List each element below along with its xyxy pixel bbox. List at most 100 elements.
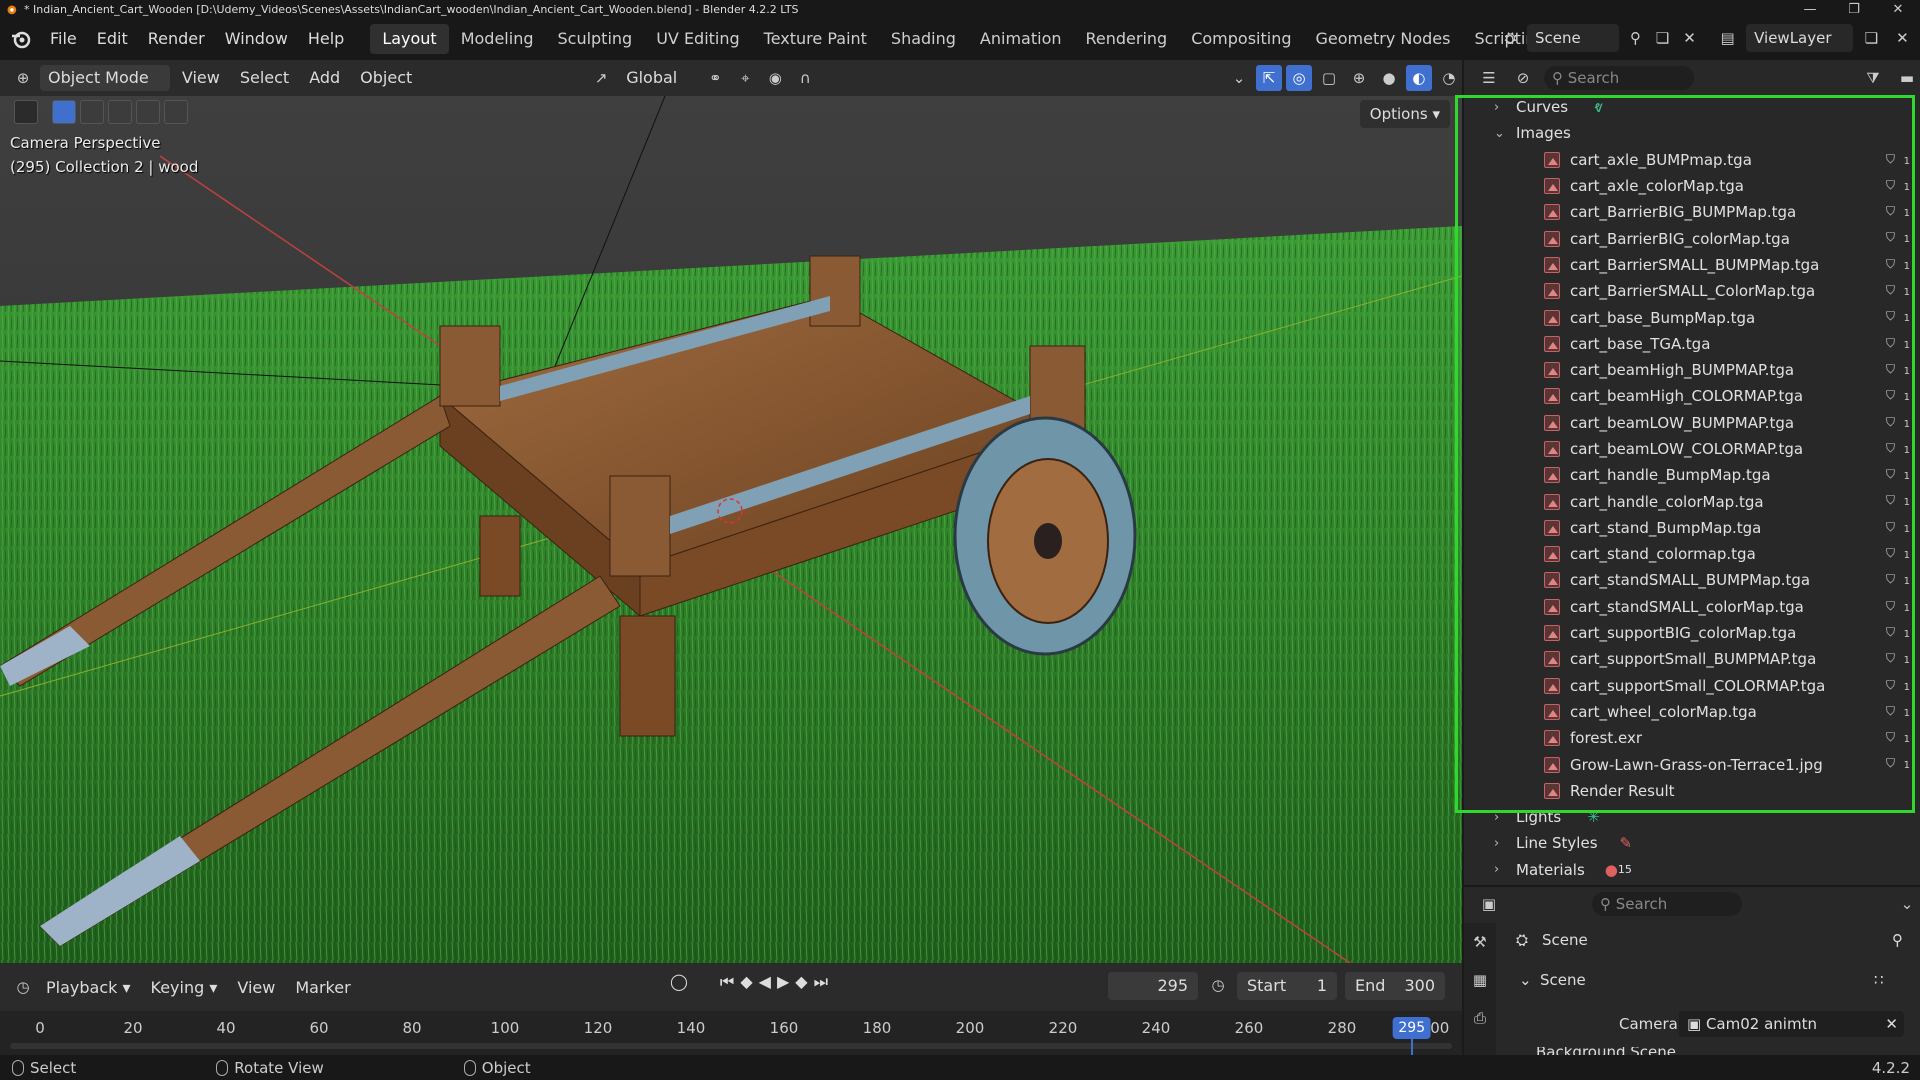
image-item[interactable]: cart_BarrierSMALL_BUMPMap.tga ⛉ 1: [1464, 252, 1920, 278]
fake-user-shield-icon[interactable]: ⛉: [1886, 309, 1902, 325]
image-item[interactable]: cart_beamHigh_BUMPMAP.tga ⛉ 1: [1464, 357, 1920, 383]
fake-user-shield-icon[interactable]: ⛉: [1886, 493, 1902, 509]
transform-orientation-dropdown[interactable]: Global ▾: [618, 65, 698, 113]
expand-arrow-icon[interactable]: ›: [1494, 836, 1508, 851]
image-item[interactable]: cart_BarrierBIG_BUMPMap.tga ⛉ 1: [1464, 199, 1920, 225]
end-frame-field[interactable]: End 300: [1345, 972, 1445, 1000]
fake-user-shield-icon[interactable]: ⛉: [1886, 467, 1902, 483]
scene-name-field[interactable]: Scene: [1527, 24, 1619, 52]
tool-tab-icon[interactable]: ⚒: [1467, 929, 1493, 955]
image-item[interactable]: cart_standSMALL_BUMPMap.tga ⛉ 1: [1464, 567, 1920, 593]
collapse-arrow-icon[interactable]: ⌄: [1494, 126, 1508, 141]
fake-user-shield-icon[interactable]: ⛉: [1886, 678, 1902, 694]
image-item[interactable]: cart_wheel_colorMap.tga ⛉ 1: [1464, 699, 1920, 725]
delete-scene-icon[interactable]: ✕: [1679, 25, 1700, 51]
fake-user-shield-icon[interactable]: ⛉: [1886, 152, 1902, 168]
new-viewlayer-icon[interactable]: ❏: [1859, 25, 1884, 51]
image-item[interactable]: Render Result: [1464, 778, 1920, 804]
select-subtract-icon[interactable]: [108, 100, 132, 124]
pin-icon[interactable]: ⚲: [1892, 931, 1903, 949]
fake-user-shield-icon[interactable]: ⛉: [1886, 362, 1902, 378]
image-item[interactable]: cart_axle_BUMPmap.tga ⛉ 1: [1464, 147, 1920, 173]
fake-user-shield-icon[interactable]: ⛉: [1886, 520, 1902, 536]
fake-user-shield-icon[interactable]: ⛉: [1886, 178, 1902, 194]
solid-shading-icon[interactable]: ●: [1376, 65, 1402, 91]
fake-user-shield-icon[interactable]: ⛉: [1886, 756, 1902, 772]
new-scene-icon[interactable]: ❏: [1652, 25, 1673, 51]
image-item[interactable]: cart_handle_BumpMap.tga ⛉ 1: [1464, 462, 1920, 488]
menu-file[interactable]: File: [40, 18, 87, 60]
fake-user-shield-icon[interactable]: ⛉: [1886, 336, 1902, 352]
proportional-edit-icon[interactable]: ◉: [762, 65, 788, 91]
image-item[interactable]: cart_beamLOW_BUMPMAP.tga ⛉ 1: [1464, 410, 1920, 436]
image-item[interactable]: Grow-Lawn-Grass-on-Terrace1.jpg ⛉ 1: [1464, 751, 1920, 777]
expand-arrow-icon[interactable]: ›: [1494, 810, 1508, 825]
menu-keying[interactable]: Keying ▾: [141, 978, 228, 997]
drag-handle-icon[interactable]: ∷: [1874, 971, 1884, 989]
viewlayer-name-field[interactable]: ViewLayer: [1746, 24, 1853, 52]
image-item[interactable]: cart_BarrierSMALL_ColorMap.tga ⛉ 1: [1464, 278, 1920, 304]
select-tool-icon[interactable]: [14, 100, 38, 124]
tab-geometry-nodes[interactable]: Geometry Nodes: [1304, 24, 1463, 54]
outliner-search-input[interactable]: ⚲ Search: [1544, 66, 1694, 90]
falloff-icon[interactable]: ∩: [792, 65, 818, 91]
blender-menu-icon[interactable]: [10, 28, 32, 50]
preview-range-icon[interactable]: ◷: [1205, 972, 1231, 998]
fake-user-shield-icon[interactable]: ⛉: [1886, 546, 1902, 562]
3d-viewport[interactable]: Camera Perspective (295) Collection 2 | …: [0, 96, 1462, 963]
image-item[interactable]: cart_stand_BumpMap.tga ⛉ 1: [1464, 515, 1920, 541]
image-item[interactable]: cart_BarrierBIG_colorMap.tga ⛉ 1: [1464, 225, 1920, 251]
fake-user-shield-icon[interactable]: ⛉: [1886, 230, 1902, 246]
new-collection-icon[interactable]: ▬: [1894, 65, 1920, 91]
image-item[interactable]: cart_base_TGA.tga ⛉ 1: [1464, 331, 1920, 357]
tab-shading[interactable]: Shading: [879, 24, 968, 54]
jump-start-icon[interactable]: ⏮: [720, 972, 734, 992]
pin-icon[interactable]: ⚲: [1625, 25, 1646, 51]
image-item[interactable]: cart_standSMALL_colorMap.tga ⛉ 1: [1464, 594, 1920, 620]
menu-select[interactable]: Select: [232, 65, 297, 91]
tree-item-curves[interactable]: › Curves ⱴ: [1464, 94, 1920, 120]
menu-render[interactable]: Render: [138, 18, 215, 60]
scene-icon[interactable]: ⛭: [1500, 25, 1521, 51]
fake-user-shield-icon[interactable]: ⛉: [1886, 704, 1902, 720]
image-item[interactable]: cart_axle_colorMap.tga ⛉ 1: [1464, 173, 1920, 199]
fake-user-shield-icon[interactable]: ⛉: [1886, 651, 1902, 667]
tab-modeling[interactable]: Modeling: [449, 24, 546, 54]
fake-user-shield-icon[interactable]: ⛉: [1886, 625, 1902, 641]
timeline-editor-icon[interactable]: ◷: [10, 974, 36, 1000]
properties-editor-icon[interactable]: ▣: [1476, 891, 1502, 917]
properties-search-input[interactable]: ⚲ Search: [1592, 892, 1742, 916]
gizmo-icon[interactable]: ⇱: [1256, 65, 1283, 91]
image-item[interactable]: cart_stand_colormap.tga ⛉ 1: [1464, 541, 1920, 567]
filter-icon[interactable]: ⧩: [1860, 65, 1886, 91]
mode-dropdown[interactable]: Object Mode ▾: [39, 65, 170, 113]
next-keyframe-icon[interactable]: ◆: [795, 972, 807, 992]
record-icon[interactable]: ◯: [670, 972, 688, 992]
fake-user-shield-icon[interactable]: ⛉: [1886, 441, 1902, 457]
playhead-frame[interactable]: 295: [1392, 1017, 1432, 1039]
select-extend-icon[interactable]: [80, 100, 104, 124]
prev-keyframe-icon[interactable]: ◆: [740, 972, 752, 992]
fake-user-shield-icon[interactable]: ⛉: [1886, 283, 1902, 299]
fake-user-shield-icon[interactable]: ⛉: [1886, 599, 1902, 615]
tab-animation[interactable]: Animation: [968, 24, 1074, 54]
chevron-down-icon[interactable]: ⌄: [1894, 891, 1920, 917]
rendered-shading-icon[interactable]: ◔: [1436, 65, 1462, 91]
expand-arrow-icon[interactable]: ›: [1494, 862, 1508, 877]
tab-layout[interactable]: Layout: [370, 24, 449, 54]
menu-timeline-view[interactable]: View: [227, 978, 285, 997]
play-reverse-icon[interactable]: ◀: [759, 972, 771, 992]
image-item[interactable]: cart_handle_colorMap.tga ⛉ 1: [1464, 488, 1920, 514]
image-item[interactable]: cart_supportBIG_colorMap.tga ⛉ 1: [1464, 620, 1920, 646]
jump-end-icon[interactable]: ⏭: [814, 972, 828, 992]
minimize-button[interactable]: —: [1788, 2, 1832, 17]
delete-viewlayer-icon[interactable]: ✕: [1890, 25, 1915, 51]
pivot-icon[interactable]: ⚭: [702, 65, 728, 91]
tree-item-line-styles[interactable]: › Line Styles ✎: [1464, 830, 1920, 856]
menu-object[interactable]: Object: [352, 65, 420, 91]
menu-playback[interactable]: Playback ▾: [36, 978, 141, 997]
editor-type-icon[interactable]: ⊕: [10, 65, 36, 91]
tree-item-images[interactable]: ⌄ Images: [1464, 120, 1920, 146]
timeline-ruler[interactable]: 0 20 40 60 80 100 120 140 160 180 200 220 240 260 280 3…: [0, 1011, 1462, 1057]
image-item[interactable]: cart_beamHigh_COLORMAP.tga ⛉ 1: [1464, 383, 1920, 409]
